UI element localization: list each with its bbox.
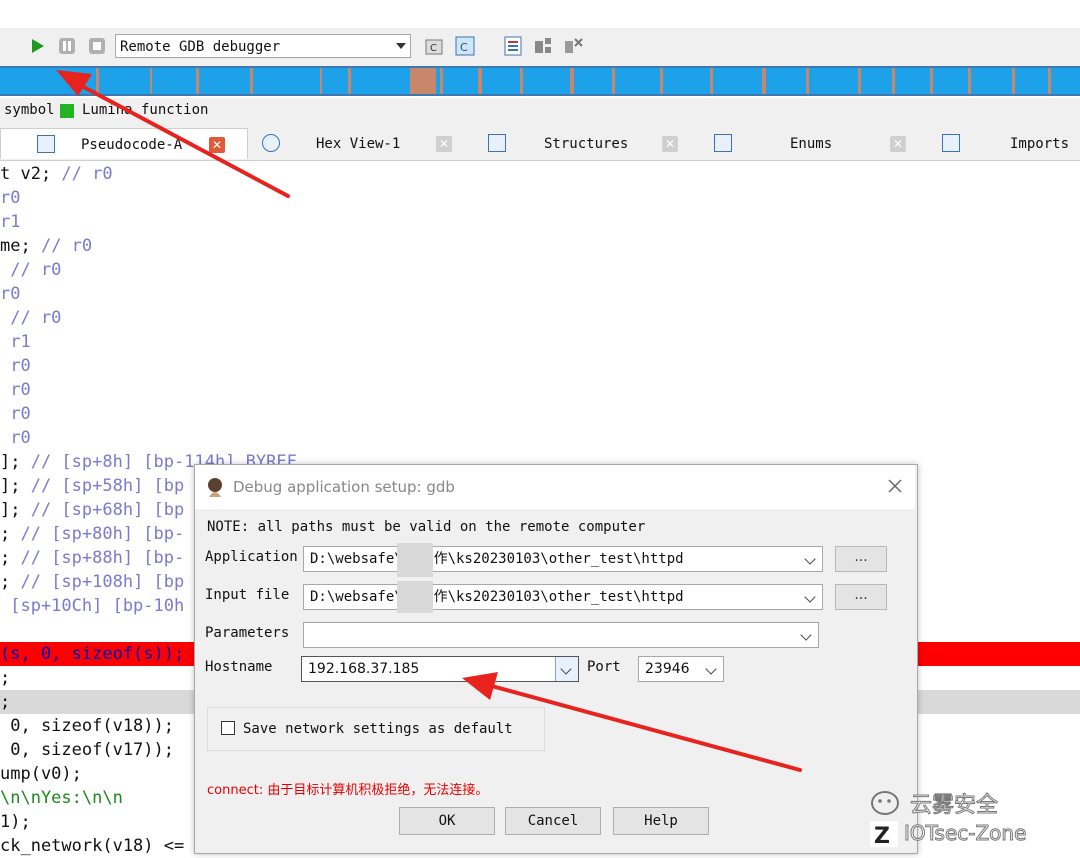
wechat-icon xyxy=(871,791,899,815)
arrow-to-start-button xyxy=(56,70,290,198)
watermark-brand-cn: 云雾安全 xyxy=(909,793,999,819)
annotation-arrows xyxy=(56,70,802,772)
zone-logo-icon: Z xyxy=(870,821,898,847)
svg-text:Z: Z xyxy=(874,824,890,847)
arrow-to-hostname-field xyxy=(462,672,802,772)
watermark-brand-en: IOTsec-Zone xyxy=(903,821,1027,846)
watermark: Z 云雾安全 IOTsec-Zone xyxy=(870,777,1070,847)
